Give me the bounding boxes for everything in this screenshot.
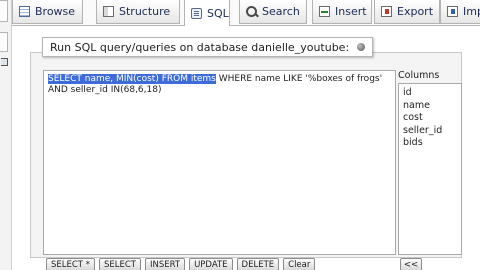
browse-icon [19, 6, 30, 17]
update-button[interactable]: UPDATE [189, 258, 233, 270]
nav-frame-box [0, 0, 8, 22]
delete-button[interactable]: DELETE [236, 258, 280, 270]
columns-label: Columns [398, 70, 440, 81]
import-icon [447, 6, 458, 17]
insert-column-button[interactable]: << [400, 258, 422, 270]
tab-insert[interactable]: Insert [312, 0, 372, 24]
tab-bar: Browse Structure SQL Search Insert Expor… [12, 0, 480, 26]
sql-query-textarea[interactable]: SELECT name, MIN(cost) FROM items WHERE … [43, 70, 396, 255]
table-icon[interactable] [1, 58, 8, 66]
tab-sql[interactable]: SQL [184, 0, 230, 26]
select-button[interactable]: SELECT [98, 258, 141, 270]
tab-label: Browse [35, 5, 76, 18]
tab-label: Search [262, 5, 300, 18]
sql-icon [191, 7, 202, 19]
tab-search[interactable]: Search [239, 0, 307, 24]
search-icon [246, 6, 257, 17]
export-icon [381, 6, 392, 17]
query-buttons: SELECT * SELECT INSERT UPDATE DELETE Cle… [46, 258, 316, 270]
tab-label: Impo [463, 5, 480, 18]
query-legend: Run SQL query/queries on database daniel… [42, 37, 374, 57]
select-star-button[interactable]: SELECT * [46, 258, 95, 270]
tab-label: SQL [207, 6, 229, 20]
columns-list[interactable]: id name cost seller_id bids [398, 83, 462, 255]
column-item[interactable]: id [403, 87, 457, 100]
nav-frame-box [0, 32, 8, 52]
navigation-frame-edge [0, 0, 12, 270]
tab-browse[interactable]: Browse [12, 0, 83, 24]
column-item[interactable]: name [403, 100, 457, 113]
column-item[interactable]: bids [403, 137, 457, 150]
tab-import[interactable]: Impo [440, 0, 480, 24]
help-icon[interactable] [357, 43, 366, 51]
query-legend-text: Run SQL query/queries on database daniel… [50, 40, 350, 54]
structure-icon [103, 6, 114, 17]
insert-button[interactable]: INSERT [144, 258, 186, 270]
insert-icon [319, 6, 330, 17]
tab-label: Structure [119, 5, 171, 18]
column-item[interactable]: cost [403, 112, 457, 125]
tab-label: Insert [335, 5, 367, 18]
clear-button[interactable]: Clear [283, 258, 316, 270]
tab-label: Export [397, 5, 434, 18]
selected-query-text: SELECT name, MIN(cost) FROM items [48, 74, 216, 84]
tab-structure[interactable]: Structure [96, 0, 180, 24]
column-item[interactable]: seller_id [403, 125, 457, 138]
tab-export[interactable]: Export [374, 0, 440, 24]
